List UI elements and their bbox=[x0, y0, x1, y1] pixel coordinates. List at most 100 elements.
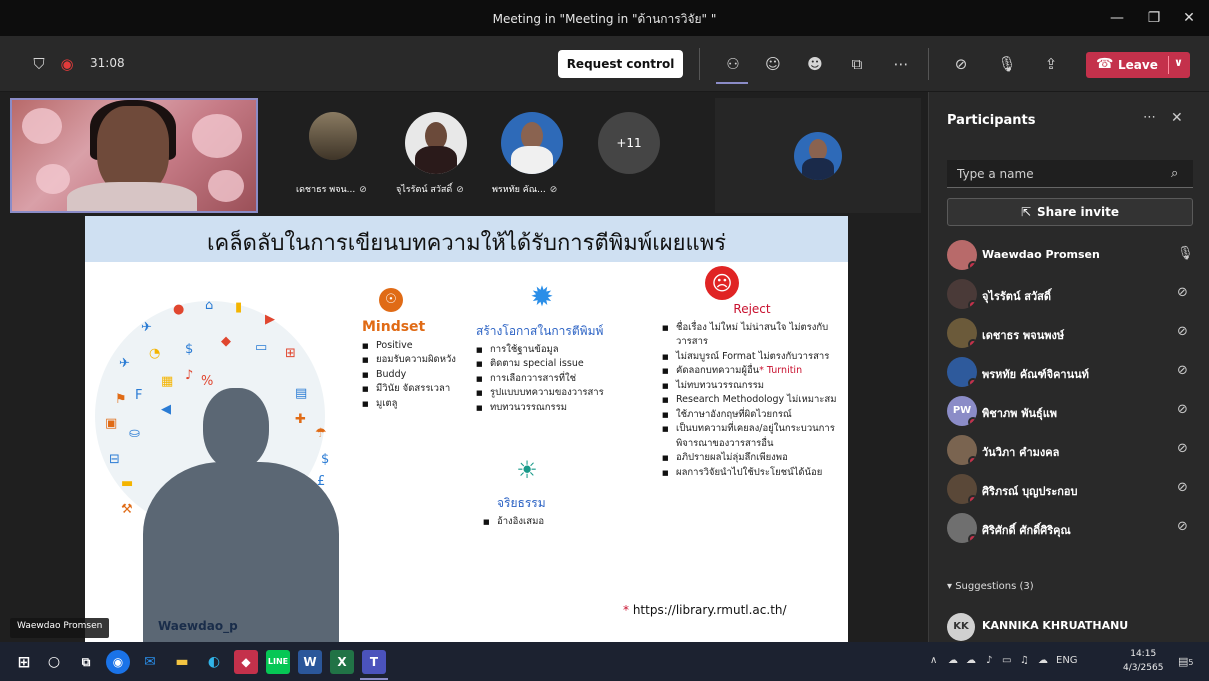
pie-chart-icon: ◔ bbox=[149, 346, 161, 361]
status-dot bbox=[968, 378, 977, 387]
reject-item: Research Methodology ไม่เหมาะสม bbox=[662, 393, 842, 408]
word-icon[interactable]: W bbox=[298, 650, 322, 674]
mic-off-icon[interactable]: 🎙 bbox=[996, 53, 1018, 75]
network-icon[interactable]: ▭ bbox=[1002, 655, 1011, 666]
windows-start-icon[interactable]: ⊞ bbox=[12, 650, 36, 674]
reject-item: คัดลอกบทความผู้อื่น* Turnitin bbox=[662, 364, 842, 379]
system-clock[interactable]: 14:15 4/3/2565 bbox=[1123, 647, 1163, 675]
participant-row[interactable]: วันวิภา คำมงคล ⊘ bbox=[929, 431, 1209, 470]
active-tab-indicator bbox=[716, 82, 748, 84]
search-participants-input[interactable] bbox=[947, 160, 1193, 188]
self-video-tile[interactable] bbox=[10, 98, 258, 213]
participant-avatar[interactable] bbox=[405, 112, 467, 174]
camera-off-icon[interactable]: ⊘ bbox=[950, 53, 972, 75]
participant-avatar bbox=[947, 240, 977, 270]
spotlight-video-tile[interactable] bbox=[715, 98, 921, 213]
bag-icon: ⛀ bbox=[129, 426, 140, 441]
caret-down-icon: ▾ bbox=[947, 581, 956, 592]
chrome-icon[interactable]: ◉ bbox=[106, 650, 130, 674]
chat-icon[interactable]: ☺ bbox=[762, 53, 784, 75]
participant-row[interactable]: ศิริศักดิ์ ศักดิ์ศิริคุณ ⊘ bbox=[929, 509, 1209, 548]
cloud-icon[interactable]: ☁ bbox=[948, 655, 958, 666]
percent-icon: % bbox=[201, 374, 214, 389]
participant-avatar[interactable] bbox=[309, 112, 357, 160]
mindset-item: Buddy bbox=[362, 368, 492, 383]
source-url: * https://library.rmutl.ac.th/ bbox=[623, 603, 787, 617]
flag-icon: ⚑ bbox=[115, 392, 127, 407]
leave-label: Leave bbox=[1118, 58, 1158, 72]
participant-row[interactable]: เดชาธร พจนพงษ์ ⊘ bbox=[929, 314, 1209, 353]
mic-off-icon[interactable]: ⊘ bbox=[1177, 519, 1188, 534]
mic-off-icon[interactable]: ⊘ bbox=[1177, 363, 1188, 378]
mic-off-icon[interactable]: ⊘ bbox=[1177, 480, 1188, 495]
mic-tray-icon[interactable]: ♪ bbox=[986, 655, 992, 666]
people-icon[interactable]: ⚇ bbox=[722, 53, 744, 75]
participants-panel: Participants ⋯ ✕ ⌕ ⇱Share invite Waewdao… bbox=[928, 92, 1209, 642]
brain-icon: ☉ bbox=[379, 288, 403, 312]
mic-off-icon[interactable]: ⊘ bbox=[1177, 285, 1188, 300]
opportunity-heading: สร้างโอกาสในการตีพิมพ์ bbox=[476, 324, 604, 338]
onedrive-icon[interactable]: ☁ bbox=[1038, 655, 1048, 666]
file-explorer-icon[interactable]: ▬ bbox=[170, 650, 194, 674]
search-icon[interactable]: ○ bbox=[42, 650, 66, 674]
more-options-icon[interactable]: ⋯ bbox=[1143, 110, 1156, 125]
wrench-icon: ⚒ bbox=[121, 502, 133, 517]
teams-icon[interactable]: T bbox=[362, 650, 386, 674]
leave-button[interactable]: ☎ Leave ∨ bbox=[1086, 52, 1190, 78]
search-icon[interactable]: ⌕ bbox=[1171, 166, 1178, 181]
leave-divider bbox=[1168, 56, 1169, 74]
request-control-button[interactable]: Request control bbox=[558, 50, 683, 78]
chevron-down-icon[interactable]: ∨ bbox=[1174, 56, 1183, 69]
mail-icon[interactable]: ✉ bbox=[138, 650, 162, 674]
car-icon: ⊟ bbox=[109, 452, 120, 467]
reactions-icon[interactable]: ☻ bbox=[804, 53, 826, 75]
suggestion-row[interactable]: KK KANNIKA KHRUATHANU bbox=[929, 609, 1209, 642]
participant-row[interactable]: จุไรรัตน์ สวัสดิ์ ⊘ bbox=[929, 275, 1209, 314]
minimize-icon[interactable]: — bbox=[1100, 6, 1134, 30]
maximize-icon[interactable]: ❐ bbox=[1137, 6, 1171, 30]
gallery-name-chip: จุไรรัตน์ สวัสดิ์ ⊘ bbox=[396, 185, 464, 195]
mic-off-icon[interactable]: ⊘ bbox=[1177, 441, 1188, 456]
mic-off-icon: ⊘ bbox=[549, 185, 558, 195]
mic-off-icon[interactable]: ⊘ bbox=[1177, 324, 1188, 339]
status-dot bbox=[968, 456, 977, 465]
notifications-icon[interactable]: ▤5 bbox=[1178, 655, 1194, 668]
silhouette-head bbox=[203, 388, 269, 470]
avatar-body bbox=[802, 158, 834, 180]
participant-name: เดชาธร พจนพงษ์ bbox=[982, 329, 1065, 342]
barcode-icon: ▦ bbox=[161, 374, 174, 389]
share-invite-button[interactable]: ⇱ Share invite bbox=[947, 198, 1193, 226]
blossom-decoration bbox=[208, 170, 244, 202]
volume-icon[interactable]: ♫ bbox=[1020, 655, 1029, 666]
excel-icon[interactable]: X bbox=[330, 650, 354, 674]
participant-avatar[interactable] bbox=[501, 112, 563, 174]
more-actions-icon[interactable]: ⋯ bbox=[890, 53, 912, 75]
line-icon[interactable]: LINE bbox=[266, 650, 290, 674]
more-participants-bubble[interactable]: +11 bbox=[598, 112, 660, 174]
app-icon[interactable]: ◆ bbox=[234, 650, 258, 674]
participant-name: พรหทัย คัณฑ์จิคานนท์ bbox=[982, 368, 1089, 381]
participant-row[interactable]: ศิริภรณ์ บุญประกอบ ⊘ bbox=[929, 470, 1209, 509]
avatar-body bbox=[415, 146, 457, 174]
suggestions-header[interactable]: ▾ Suggestions (3) bbox=[947, 581, 1034, 592]
participant-row[interactable]: พรหทัย คัณฑ์จิคานนท์ ⊘ bbox=[929, 353, 1209, 392]
participant-row[interactable]: PW พิชาภพ พันธุ์แพ ⊘ bbox=[929, 392, 1209, 431]
participant-name: วันวิภา คำมงคล bbox=[982, 446, 1060, 459]
title-bar: Meeting in "Meeting in "ด้านการวิจัย" " … bbox=[0, 0, 1209, 36]
participant-row[interactable]: Waewdao Promsen 🎙 bbox=[929, 236, 1209, 275]
close-panel-icon[interactable]: ✕ bbox=[1171, 110, 1183, 126]
language-indicator[interactable]: ENG bbox=[1056, 655, 1078, 666]
opportunity-column: สร้างโอกาสในการตีพิมพ์ การใช้ฐานข้อมูล ต… bbox=[476, 324, 646, 415]
tray-chevron-icon[interactable]: ∧ bbox=[930, 655, 937, 666]
cloud-icon[interactable]: ☁ bbox=[966, 655, 976, 666]
rooms-icon[interactable]: ⧉ bbox=[846, 53, 868, 75]
mic-off-icon[interactable]: ⊘ bbox=[1177, 402, 1188, 417]
chart-icon: ▮ bbox=[235, 300, 243, 315]
shield-icon: ⛉ bbox=[33, 55, 45, 73]
share-screen-icon[interactable]: ⇪ bbox=[1040, 53, 1062, 75]
close-icon[interactable]: ✕ bbox=[1172, 6, 1206, 30]
edge-icon[interactable]: ◐ bbox=[202, 650, 226, 674]
task-view-icon[interactable]: ⧉ bbox=[74, 650, 98, 674]
blossom-decoration bbox=[192, 114, 242, 158]
mic-icon[interactable]: 🎙 bbox=[1177, 246, 1194, 261]
